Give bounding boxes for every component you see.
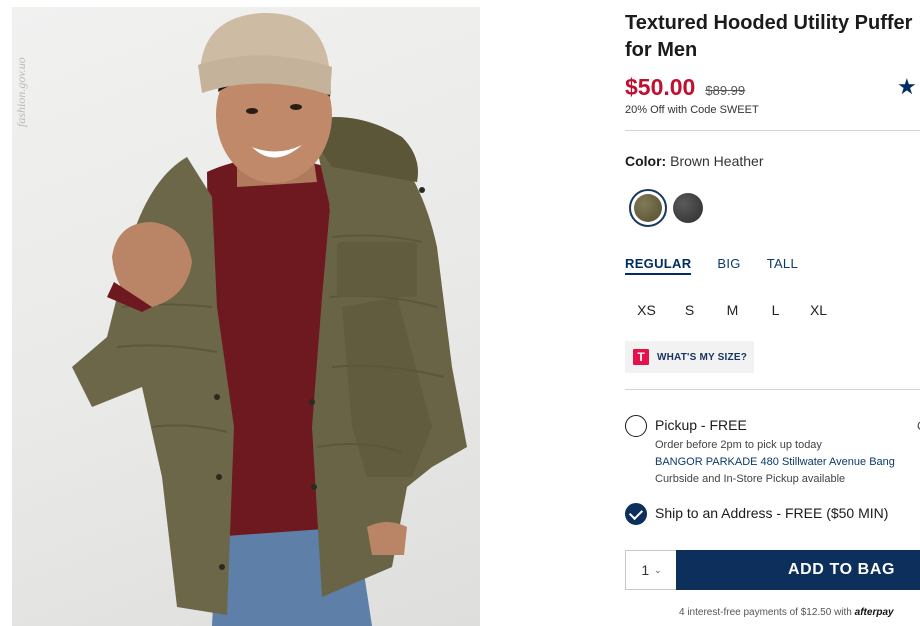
ship-to-address-radio[interactable] (625, 503, 647, 525)
tab-big[interactable]: BIG (717, 256, 740, 275)
afterpay-text: 4 interest-free payments of $12.50 with (679, 607, 852, 618)
sale-price: $50.00 (625, 74, 696, 100)
product-title: Textured Hooded Utility Puffer for Men (625, 12, 913, 61)
star-icon[interactable]: ★ (897, 74, 917, 100)
swatch-fill (634, 194, 662, 222)
color-label: Color: (625, 153, 667, 169)
pickup-title: Pickup - FREE (655, 417, 747, 433)
color-swatch-charcoal[interactable] (673, 193, 703, 223)
size-tool-icon: T (633, 349, 649, 365)
product-details-panel: Textured Hooded Utility Puffer for Men $… (625, 0, 920, 626)
size-option-l[interactable]: L (754, 298, 797, 322)
size-options: XS S M L XL (625, 298, 840, 322)
promo-text: 20% Off with Code SWEET (625, 104, 759, 116)
size-option-xs[interactable]: XS (625, 298, 668, 322)
pickup-radio[interactable] (625, 415, 647, 437)
divider (625, 389, 920, 390)
chevron-down-icon: ⌄ (654, 564, 662, 575)
ship-to-address-label: Ship to an Address - FREE ($50 MIN) (655, 505, 889, 521)
fit-tabs: REGULAR BIG TALL (625, 256, 824, 275)
tab-regular[interactable]: REGULAR (625, 256, 692, 275)
color-swatch-brown-heather[interactable] (629, 189, 667, 227)
color-label-row: Color: Brown Heather (625, 153, 764, 169)
curbside-note: Curbside and In-Store Pickup available (655, 473, 846, 485)
store-link[interactable]: BANGOR PARKADE 480 Stillwater Avenue Ban… (655, 456, 895, 468)
size-option-s[interactable]: S (668, 298, 711, 322)
product-image[interactable]: fashion.gov.uo (12, 7, 480, 626)
afterpay-logo[interactable]: afterpay (855, 607, 894, 618)
price-row: $50.00 $89.99 (625, 74, 745, 101)
selected-color-name: Brown Heather (670, 153, 764, 169)
tab-tall[interactable]: TALL (767, 256, 798, 275)
watermark: fashion.gov.uo (14, 57, 28, 127)
size-option-m[interactable]: M (711, 298, 754, 322)
original-price: $89.99 (705, 83, 746, 98)
whats-my-size-label: WHAT'S MY SIZE? (657, 351, 748, 363)
model-illustration (72, 12, 467, 626)
divider (625, 130, 920, 131)
quantity-select[interactable]: 1 ⌄ (625, 550, 677, 590)
add-to-bag-button[interactable]: ADD TO BAG (676, 550, 920, 590)
size-option-xl[interactable]: XL (797, 298, 840, 322)
quantity-value: 1 (641, 562, 650, 578)
afterpay-message: 4 interest-free payments of $12.50 with … (679, 607, 894, 618)
whats-my-size-button[interactable]: T WHAT'S MY SIZE? (625, 341, 754, 373)
pickup-note: Order before 2pm to pick up today (655, 439, 822, 451)
